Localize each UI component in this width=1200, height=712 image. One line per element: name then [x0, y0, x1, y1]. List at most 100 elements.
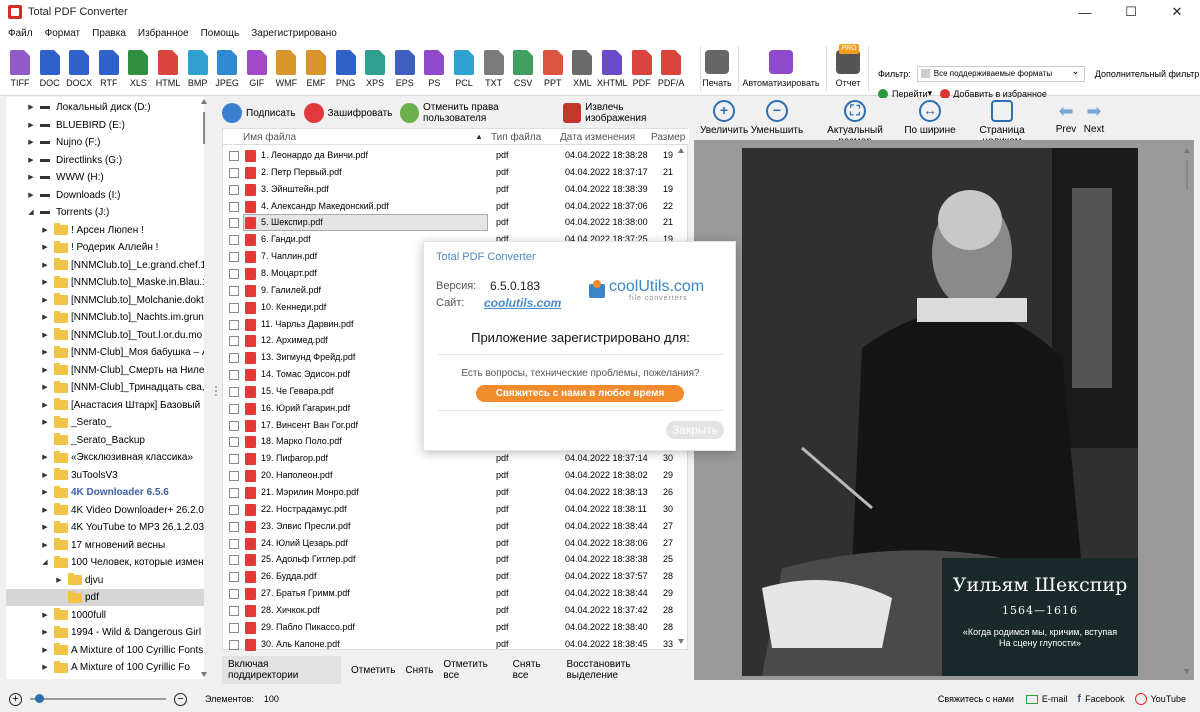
zoom-slider[interactable] — [30, 694, 166, 703]
file-row[interactable]: 23. Элвис Пресли.pdf pdf 04.04.2022 18:38:… — [223, 518, 675, 535]
tree-drive[interactable]: ◢ Torrents (J:) — [26, 204, 109, 221]
include-subdirs-toggle[interactable]: Включая поддиректории — [222, 656, 341, 684]
format-button-ppt[interactable]: PPT — [538, 46, 568, 88]
file-row[interactable]: 29. Пабло Пикассо.pdf pdf 04.04.2022 18:38… — [223, 619, 675, 636]
file-checkbox[interactable] — [229, 201, 239, 212]
site-link[interactable]: coolutils.com — [484, 296, 561, 310]
automate-button[interactable]: Автоматизировать — [742, 46, 820, 88]
expand-arrow-icon[interactable]: ▶ — [40, 397, 50, 414]
expand-arrow-icon[interactable]: ▶ — [40, 449, 50, 466]
file-row[interactable]: 22. Нострадамус.pdf pdf 04.04.2022 18:38:1… — [223, 501, 675, 518]
column-type[interactable]: Тип файла — [491, 132, 541, 143]
file-checkbox[interactable] — [229, 336, 239, 347]
expand-arrow-icon[interactable]: ▶ — [54, 572, 64, 589]
file-checkbox[interactable] — [229, 521, 239, 532]
tree-folder[interactable]: ▶ djvu — [54, 572, 103, 589]
file-checkbox[interactable] — [229, 353, 239, 364]
file-checkbox[interactable] — [229, 504, 239, 515]
filter-select[interactable]: Все поддерживаемые форматы — [916, 65, 1085, 82]
panel-splitter[interactable] — [212, 97, 220, 687]
tree-drive[interactable]: ▶ Локальный диск (D:) — [26, 99, 150, 116]
file-row[interactable]: 3. Эйнштейн.pdf pdf 04.04.2022 18:38:39 19 — [223, 181, 675, 198]
tree-folder[interactable]: ◢ 100 Человек, которые измен — [40, 554, 204, 571]
encrypt-button[interactable]: Зашифровать — [303, 103, 392, 123]
expand-arrow-icon[interactable]: ▶ — [26, 134, 36, 151]
file-checkbox[interactable] — [229, 454, 239, 465]
email-link[interactable]: E-mail — [1042, 694, 1068, 704]
contact-us-button[interactable]: Свяжитесь с нами в любое время — [476, 385, 684, 402]
menu-file[interactable]: Файл — [8, 28, 33, 39]
expand-arrow-icon[interactable]: ▶ — [40, 659, 50, 676]
file-checkbox[interactable] — [229, 184, 239, 195]
format-button-wmf[interactable]: WMF — [271, 46, 301, 88]
menu-help[interactable]: Помощь — [201, 28, 240, 39]
tree-scrollbar[interactable] — [200, 98, 208, 678]
file-checkbox[interactable] — [229, 488, 239, 498]
tree-folder[interactable]: pdf — [6, 589, 204, 606]
expand-arrow-icon[interactable]: ▶ — [40, 344, 50, 361]
zoom-in-button[interactable]: + Увеличить — [700, 100, 748, 136]
tree-folder[interactable]: ▶ [Анастасия Штарк] Базовый — [40, 397, 200, 414]
file-checkbox[interactable] — [229, 538, 239, 549]
file-row[interactable]: 25. Адольф Гитлер.pdf pdf 04.04.2022 18:38… — [223, 551, 675, 568]
tree-folder[interactable]: ▶ «Эксклюзивная классика» — [40, 449, 193, 466]
expand-arrow-icon[interactable]: ▶ — [40, 414, 50, 431]
file-checkbox[interactable] — [229, 167, 239, 178]
expand-arrow-icon[interactable]: ▶ — [26, 187, 36, 204]
format-button-pdf[interactable]: PDF — [627, 46, 657, 88]
format-button-tiff[interactable]: TIFF — [5, 46, 35, 88]
tree-folder[interactable]: ▶ 1994 - Wild & Dangerous Girl — [40, 624, 201, 641]
column-name[interactable]: Имя файла — [243, 132, 296, 143]
expand-arrow-icon[interactable]: ▶ — [40, 222, 50, 239]
tree-drive[interactable]: ▶ Downloads (I:) — [26, 187, 120, 204]
expand-arrow-icon[interactable]: ▶ — [40, 309, 50, 326]
file-row[interactable]: 21. Мэрилин Монро.pdf pdf 04.04.2022 18:38… — [223, 484, 675, 501]
tree-folder[interactable]: ▶ [NNM-Club]_Тринадцать сва, — [40, 379, 204, 396]
format-button-xhtml[interactable]: XHTML — [597, 46, 628, 88]
prev-button[interactable]: ⬅ Prev — [1054, 100, 1078, 135]
menu-edit[interactable]: Правка — [92, 28, 126, 39]
menu-favorites[interactable]: Избранное — [138, 28, 189, 39]
file-checkbox[interactable] — [229, 471, 239, 482]
file-row[interactable]: 4. Александр Македонский.pdf pdf 04.04.202… — [223, 198, 675, 215]
file-checkbox[interactable] — [229, 639, 239, 650]
tree-folder[interactable]: ▶ _Serato_ — [40, 414, 112, 431]
tree-folder[interactable]: ▶ A Mixture of 100 Cyrillic Fo — [40, 659, 190, 676]
file-checkbox[interactable] — [229, 319, 239, 330]
file-row[interactable]: 26. Будда.pdf pdf 04.04.2022 18:37:57 28 — [223, 568, 675, 585]
file-checkbox[interactable] — [229, 218, 239, 229]
format-button-xls[interactable]: XLS — [123, 46, 153, 88]
file-checkbox[interactable] — [229, 302, 239, 313]
file-checkbox[interactable] — [229, 151, 239, 161]
file-checkbox[interactable] — [229, 235, 239, 246]
format-button-pdf-a[interactable]: PDF/A — [656, 46, 686, 88]
tree-folder[interactable]: ▶ [NNM-Club]_Смерть на Ниле — [40, 362, 204, 379]
format-button-docx[interactable]: DOCX — [64, 46, 94, 88]
expand-arrow-icon[interactable]: ▶ — [40, 292, 50, 309]
file-checkbox[interactable] — [229, 555, 239, 566]
expand-arrow-icon[interactable]: ▶ — [40, 327, 50, 344]
format-button-png[interactable]: PNG — [331, 46, 361, 88]
file-checkbox[interactable] — [229, 268, 239, 279]
format-button-rtf[interactable]: RTF — [94, 46, 124, 88]
zoom-out-small-button[interactable]: − — [174, 692, 187, 706]
uncheck-all-button[interactable]: Снять все — [513, 659, 557, 681]
format-button-pcl[interactable]: PCL — [449, 46, 479, 88]
goto-dropdown[interactable]: Перейти — [892, 89, 928, 99]
expand-arrow-icon[interactable]: ▶ — [40, 274, 50, 291]
tree-folder[interactable]: ▶ 4K YouTube to MP3 26.1.2.03 — [40, 519, 204, 536]
file-checkbox[interactable] — [229, 605, 239, 616]
facebook-link[interactable]: Facebook — [1085, 694, 1125, 704]
dialog-close-button[interactable]: Закрыть — [666, 421, 724, 439]
tree-folder[interactable]: ▶ [NNMClub.to]_Tout.l.or.du.mo — [40, 327, 202, 344]
format-button-csv[interactable]: CSV — [508, 46, 538, 88]
expand-arrow-icon[interactable]: ▶ — [26, 152, 36, 169]
next-button[interactable]: ➡ Next — [1082, 100, 1106, 135]
minimize-button[interactable]: — — [1062, 0, 1108, 24]
expand-arrow-icon[interactable]: ▶ — [40, 642, 50, 659]
extract-images-button[interactable]: Извлечь изображения — [562, 102, 680, 124]
expand-arrow-icon[interactable]: ▶ — [40, 467, 50, 484]
tree-drive[interactable]: ▶ Directlinks (G:) — [26, 152, 122, 169]
file-checkbox[interactable] — [229, 622, 239, 633]
file-checkbox[interactable] — [229, 572, 239, 583]
